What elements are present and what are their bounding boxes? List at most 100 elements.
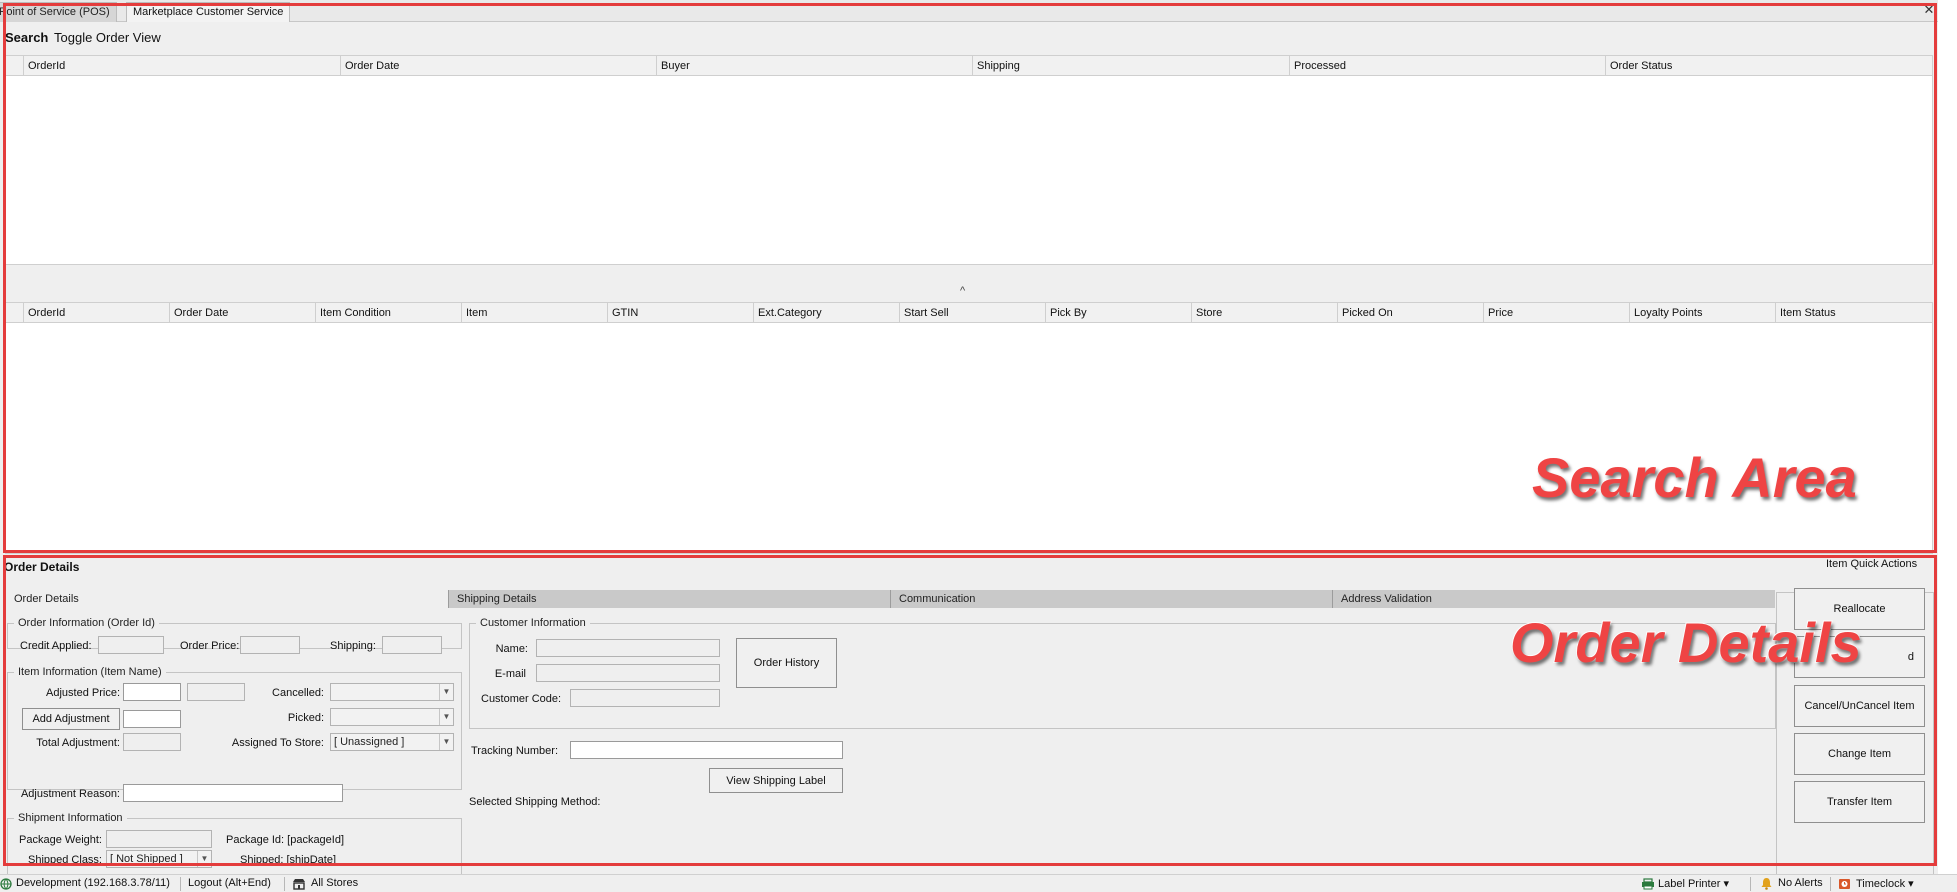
total-adjustment-label: Total Adjustment: xyxy=(36,737,120,749)
items-col-gtin[interactable]: GTIN xyxy=(607,303,753,323)
assigned-to-store-value: [ Unassigned ] xyxy=(334,736,405,748)
shipped-class-value: [ Not Shipped ] xyxy=(110,853,183,865)
subtab-address-validation[interactable]: Address Validation xyxy=(1332,590,1775,608)
orders-col-buyer[interactable]: Buyer xyxy=(656,56,972,76)
item-information-legend: Item Information (Item Name) xyxy=(18,666,162,678)
tab-strip: Point of Service (POS) Marketplace Custo… xyxy=(0,0,1938,22)
chevron-down-icon: ▼ xyxy=(197,851,211,867)
assigned-to-store-dropdown[interactable]: [ Unassigned ] ▼ xyxy=(330,733,454,751)
cancelled-label: Cancelled: xyxy=(272,687,324,699)
order-price-label: Order Price: xyxy=(180,640,240,652)
orders-col-order-date[interactable]: Order Date xyxy=(340,56,656,76)
total-adjustment-field[interactable] xyxy=(123,733,181,751)
status-separator xyxy=(1750,877,1751,891)
printer-icon xyxy=(1642,878,1654,890)
credit-applied-label: Credit Applied: xyxy=(20,640,92,652)
picked-label: Picked: xyxy=(287,712,324,724)
customer-email-label: E-mail xyxy=(494,668,526,680)
order-information-legend: Order Information (Order Id) xyxy=(18,617,155,629)
toggle-order-view-menu-item[interactable]: Toggle Order View xyxy=(54,30,161,45)
status-separator xyxy=(284,877,285,891)
orders-grid-header: OrderId Order Date Buyer Shipping Proces… xyxy=(6,56,1932,76)
picked-dropdown[interactable]: ▼ xyxy=(330,708,454,726)
store-icon xyxy=(293,879,305,890)
package-id-label: Package Id: [packageId] xyxy=(226,834,345,846)
items-col-order-date[interactable]: Order Date xyxy=(169,303,315,323)
items-col-item[interactable]: Item xyxy=(461,303,607,323)
adjusted-price-input[interactable] xyxy=(123,683,181,701)
chevron-down-icon: ▾ xyxy=(1723,878,1729,890)
splitter-handle[interactable]: ^ xyxy=(960,285,965,297)
tab-marketplace-customer-service[interactable]: Marketplace Customer Service xyxy=(126,2,291,22)
transfer-item-button[interactable]: Transfer Item xyxy=(1794,781,1925,823)
subtab-order-details[interactable]: Order Details xyxy=(6,590,448,608)
customer-name-field[interactable] xyxy=(536,639,720,657)
cancel-uncancel-item-button[interactable]: Cancel/UnCancel Item xyxy=(1794,685,1925,727)
adjusted-price-label: Adjusted Price: xyxy=(46,687,120,699)
orders-grid[interactable]: OrderId Order Date Buyer Shipping Proces… xyxy=(5,55,1933,265)
all-stores-selector[interactable]: All Stores xyxy=(311,877,358,889)
items-col-store[interactable]: Store xyxy=(1191,303,1337,323)
subtab-shipping-details[interactable]: Shipping Details xyxy=(448,590,890,608)
shipping-field[interactable] xyxy=(382,636,442,654)
tracking-number-label: Tracking Number: xyxy=(471,745,559,757)
subtab-communication[interactable]: Communication xyxy=(890,590,1332,608)
order-details-annotation: Order Details xyxy=(1509,610,1863,675)
adjustment-amount-input[interactable] xyxy=(123,710,181,728)
customer-code-field[interactable] xyxy=(570,689,720,707)
timeclock-menu[interactable]: Timeclock ▾ xyxy=(1856,877,1914,890)
tab-point-of-service[interactable]: Point of Service (POS) xyxy=(0,2,117,22)
items-grid-header: OrderId Order Date Item Condition Item G… xyxy=(6,303,1932,323)
environment-status: Development (192.168.3.78/11) xyxy=(16,877,170,889)
adjustment-reason-input[interactable] xyxy=(123,784,343,802)
alerts-status[interactable]: No Alerts xyxy=(1778,877,1823,889)
credit-applied-field[interactable] xyxy=(98,636,164,654)
adjustment-reason-label: Adjustment Reason: xyxy=(20,788,120,800)
order-price-field[interactable] xyxy=(240,636,300,654)
orders-col-order-status[interactable]: Order Status xyxy=(1605,56,1932,76)
shipment-information-legend: Shipment Information xyxy=(18,812,123,824)
logout-link[interactable]: Logout (Alt+End) xyxy=(188,877,271,889)
shipped-date-label: Shipped: [shipDate] xyxy=(240,854,337,866)
label-printer-menu[interactable]: Label Printer ▾ xyxy=(1658,877,1729,890)
orders-col-processed[interactable]: Processed xyxy=(1289,56,1605,76)
customer-email-field[interactable] xyxy=(536,664,720,682)
orders-col-shipping[interactable]: Shipping xyxy=(972,56,1289,76)
package-weight-field[interactable] xyxy=(106,830,212,848)
items-col-price[interactable]: Price xyxy=(1483,303,1629,323)
app-window: Point of Service (POS) Marketplace Custo… xyxy=(0,0,1957,892)
items-col-loyalty-points[interactable]: Loyalty Points xyxy=(1629,303,1775,323)
cancelled-dropdown[interactable]: ▼ xyxy=(330,683,454,701)
items-grid[interactable]: OrderId Order Date Item Condition Item G… xyxy=(5,302,1933,554)
adjusted-price-secondary-field[interactable] xyxy=(187,683,245,701)
chevron-down-icon: ▾ xyxy=(1908,878,1914,890)
orders-col-orderid[interactable]: OrderId xyxy=(23,56,340,76)
add-adjustment-button[interactable]: Add Adjustment xyxy=(22,708,120,730)
view-shipping-label-button[interactable]: View Shipping Label xyxy=(709,768,843,793)
customer-code-label: Customer Code: xyxy=(481,693,562,705)
status-separator xyxy=(1830,877,1831,891)
items-col-item-status[interactable]: Item Status xyxy=(1775,303,1932,323)
tracking-number-input[interactable] xyxy=(570,741,843,759)
items-col-item-condition[interactable]: Item Condition xyxy=(315,303,461,323)
selected-shipping-method-label: Selected Shipping Method: xyxy=(469,796,601,808)
items-col-picked-on[interactable]: Picked On xyxy=(1337,303,1483,323)
search-menu-item[interactable]: Search xyxy=(5,30,48,45)
package-weight-label: Package Weight: xyxy=(19,834,102,846)
chevron-down-icon: ▼ xyxy=(439,684,453,700)
customer-name-label: Name: xyxy=(495,643,528,655)
change-item-button[interactable]: Change Item xyxy=(1794,733,1925,775)
order-history-button[interactable]: Order History xyxy=(736,638,837,688)
items-col-ext-category[interactable]: Ext.Category xyxy=(753,303,899,323)
items-col-pick-by[interactable]: Pick By xyxy=(1045,303,1191,323)
close-tab-icon[interactable]: ✕ xyxy=(1922,3,1936,17)
timeclock-text: Timeclock xyxy=(1856,878,1906,890)
item-quick-actions-title: Item Quick Actions xyxy=(1826,558,1918,570)
bell-icon xyxy=(1761,878,1772,890)
shipped-class-dropdown[interactable]: [ Not Shipped ] ▼ xyxy=(106,850,212,868)
shipping-label: Shipping: xyxy=(330,640,376,652)
items-col-start-sell[interactable]: Start Sell xyxy=(899,303,1045,323)
items-col-orderid[interactable]: OrderId xyxy=(23,303,169,323)
chevron-down-icon: ▼ xyxy=(439,709,453,725)
label-printer-text: Label Printer xyxy=(1658,878,1721,890)
